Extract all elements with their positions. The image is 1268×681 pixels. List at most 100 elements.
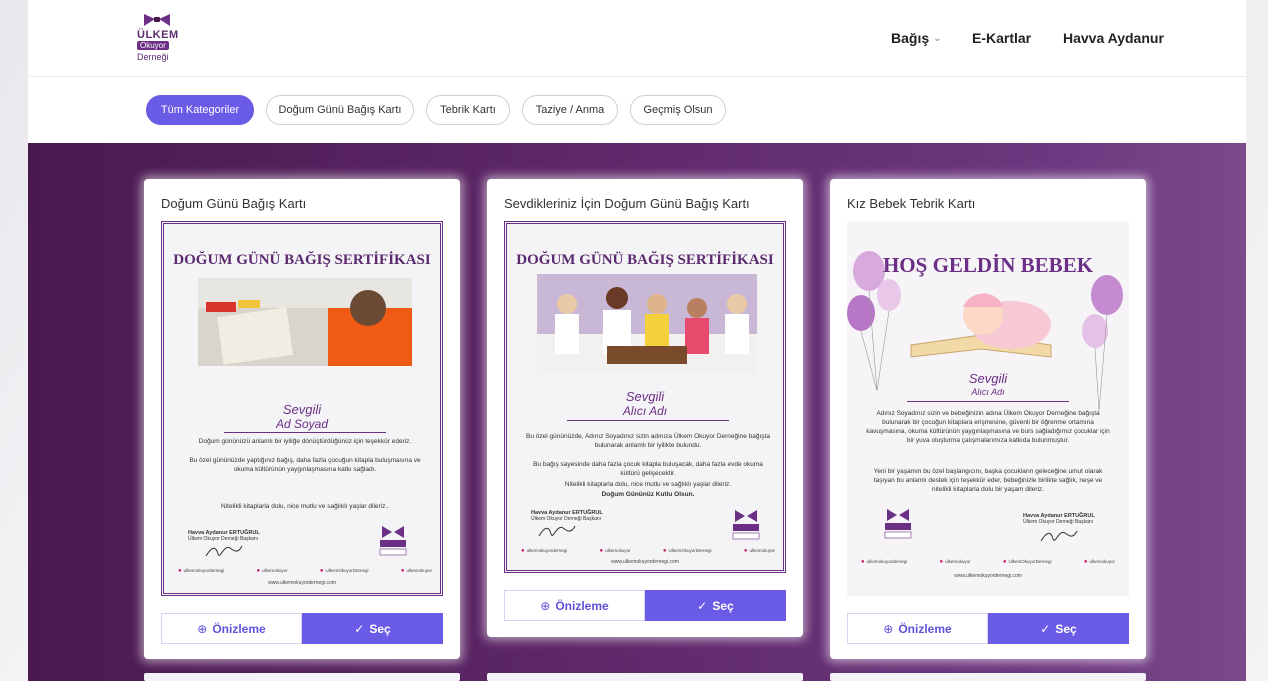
cert-divider (224, 432, 386, 433)
cert-signer-title: Ülkem Okuyor Derneği Başkanı (1023, 519, 1094, 525)
cert-website: www.ulkemokuyordernegi.com (268, 580, 336, 586)
cert-social-row: ulkemokuyordernegi ulkemokuyor UlkemOkuy… (861, 559, 1115, 565)
social-facebook: ulkemokuyor (744, 548, 775, 554)
cert-signature: Havva Aydanur ERTUĞRUL Ülkem Okuyor Dern… (531, 510, 603, 522)
ecard-item: Sevdikleriniz İçin Doğum Günü Bağış Kart… (487, 179, 803, 637)
next-card-edge (487, 673, 803, 681)
check-icon: ✓ (1040, 621, 1051, 636)
cert-recipient: Ad Soyad (275, 417, 329, 431)
cert-social-row: ulkemokuyordernegi ulkemokuyor UlkemOkuy… (521, 548, 775, 554)
select-button-label: Seç (712, 598, 734, 613)
cert-website: www.ulkemokuyordernegi.com (611, 559, 679, 565)
social-facebook: ulkemokuyor (1084, 559, 1115, 565)
social-instagram: ulkemokuyordernegi (178, 568, 225, 574)
signature-scribble (205, 545, 243, 557)
cert-body-2: Yeni bir yaşamın bu özel başlangıcını, b… (873, 468, 1103, 493)
check-icon: ✓ (697, 598, 708, 613)
zoom-in-icon: ⊕ (883, 621, 894, 636)
cert-salutation: Sevgili (625, 389, 665, 404)
sleeping-baby-illustration (910, 293, 1052, 358)
logo-badge-icon (732, 510, 760, 540)
chevron-down-icon: ⌄ (933, 32, 942, 44)
category-chip-condolence[interactable]: Taziye / Anma (522, 95, 618, 125)
select-button[interactable]: ✓ Seç (302, 613, 443, 644)
nav-donate[interactable]: Bağış ⌄ (891, 30, 942, 46)
next-card-edge (830, 673, 1146, 681)
cert-divider (907, 401, 1069, 402)
check-icon: ✓ (354, 621, 365, 636)
social-instagram: ulkemokuyordernegi (861, 559, 908, 565)
cert-salutation: Sevgili (282, 402, 322, 417)
category-chip-all[interactable]: Tüm Kategoriler (146, 95, 254, 125)
children-celebration-photo (537, 274, 757, 374)
logo-line1: ÜLKEM (137, 29, 179, 41)
logo-line2: Okuyor (137, 41, 169, 50)
logo-line3: Derneği (137, 52, 169, 62)
card-title: Doğum Günü Bağış Kartı (161, 196, 307, 211)
card-preview-image[interactable]: HOŞ GELDİN BEBEK Sevgili Alıcı Adı Adını… (847, 221, 1129, 596)
cert-body-3: Nitelikli kitaplarla dolu, nice mutlu ve… (221, 503, 389, 510)
cert-signature: Havva Aydanur ERTUĞRUL Ülkem Okuyor Dern… (1023, 513, 1095, 525)
social-instagram: ulkemokuyordernegi (521, 548, 568, 554)
card-title: Kız Bebek Tebrik Kartı (847, 196, 976, 211)
social-x: ulkemokuyor (939, 559, 971, 565)
reading-child-photo (198, 278, 412, 366)
signature-scribble (538, 525, 576, 537)
preview-button[interactable]: ⊕ Önizleme (161, 613, 302, 644)
preview-button-label: Önizleme (212, 621, 266, 636)
category-chip-congrats[interactable]: Tebrik Kartı (426, 95, 510, 125)
card-title: Sevdikleriniz İçin Doğum Günü Bağış Kart… (504, 196, 750, 211)
card-preview-image[interactable]: DOĞUM GÜNÜ BAĞIŞ SERTİFİKASI Sevgili Alı… (504, 221, 786, 573)
cert-closing: Doğum Gününüz Kutlu Olsun. (601, 491, 695, 498)
cert-body-1: Adınız Soyadınız sizin ve bebeğinizin ad… (866, 410, 1110, 444)
logo-badge-icon (884, 509, 912, 539)
cert-heading: HOŞ GELDİN BEBEK (882, 253, 1094, 277)
select-button-label: Seç (1055, 621, 1077, 636)
select-button[interactable]: ✓ Seç (988, 613, 1129, 644)
preview-button-label: Önizleme (898, 621, 952, 636)
nav-donate-label: Bağış (891, 30, 930, 46)
site-logo[interactable]: ÜLKEM Okuyor Derneği (137, 12, 179, 66)
cert-social-row: ulkemokuyordernegi ulkemokuyor UlkemOkuy… (178, 568, 432, 574)
select-button[interactable]: ✓ Seç (645, 590, 786, 621)
select-button-label: Seç (369, 621, 391, 636)
nav-ecards[interactable]: E-Kartlar (972, 30, 1031, 46)
cert-signature: Havva Aydanur ERTUĞRUL Ülkem Okuyor Dern… (188, 530, 260, 542)
card-actions: ⊕ Önizleme ✓ Seç (161, 613, 443, 644)
cert-divider (567, 420, 729, 421)
social-youtube: UlkemOkuyorDernegi (320, 568, 369, 574)
card-preview-image[interactable]: DOĞUM GÜNÜ BAĞIŞ SERTİFİKASI Sevgili Ad … (161, 221, 443, 596)
cert-recipient: Alıcı Adı (622, 404, 668, 418)
cert-body-2: Bu özel gününüzde yaptığınız bağış, daha… (189, 457, 421, 473)
preview-button[interactable]: ⊕ Önizleme (504, 590, 645, 621)
site-header: ÜLKEM Okuyor Derneği Bağış ⌄ E-Kartlar H… (28, 0, 1246, 77)
cert-website: www.ulkemokuyordernegi.com (954, 573, 1022, 579)
preview-button[interactable]: ⊕ Önizleme (847, 613, 988, 644)
social-facebook: ulkemokuyor (401, 568, 432, 574)
book-bow-icon (144, 14, 170, 26)
zoom-in-icon: ⊕ (197, 621, 208, 636)
card-actions: ⊕ Önizleme ✓ Seç (847, 613, 1129, 644)
signature-scribble (1040, 530, 1078, 542)
nav-user[interactable]: Havva Aydanur (1063, 30, 1164, 46)
cert-body-1: Doğum gününüzü anlamlı bir iyiliğe dönüş… (198, 438, 412, 445)
ecard-item: Kız Bebek Tebrik Kartı HOŞ GELDİN BEBEK … (830, 179, 1146, 659)
zoom-in-icon: ⊕ (540, 598, 551, 613)
social-x: ulkemokuyor (256, 568, 288, 574)
cert-body-1: Bu özel gününüzde, Adınız Soyadınız sizi… (526, 433, 770, 449)
category-filter-bar: Tüm Kategoriler Doğum Günü Bağış Kartı T… (28, 77, 1246, 143)
ecard-item: Doğum Günü Bağış Kartı DOĞUM GÜNÜ BAĞIŞ … (144, 179, 460, 659)
card-actions: ⊕ Önizleme ✓ Seç (504, 590, 786, 621)
cert-heading: DOĞUM GÜNÜ BAĞIŞ SERTİFİKASI (516, 252, 774, 268)
cert-salutation: Sevgili (968, 371, 1008, 386)
social-youtube: UlkemOkuyorDernegi (1003, 559, 1052, 565)
cert-body-2: Bu bağış sayesinde daha fazla çocuk kita… (533, 461, 763, 477)
social-youtube: UlkemOkuyorDernegi (663, 548, 712, 554)
card-gallery: Doğum Günü Bağış Kartı DOĞUM GÜNÜ BAĞIŞ … (28, 143, 1246, 681)
preview-button-label: Önizleme (555, 598, 609, 613)
category-chip-get-well[interactable]: Geçmiş Olsun (630, 95, 726, 125)
cert-heading: DOĞUM GÜNÜ BAĞIŞ SERTİFİKASI (173, 252, 431, 268)
logo-badge-icon (379, 526, 407, 556)
social-x: ulkemokuyor (599, 548, 631, 554)
category-chip-birthday[interactable]: Doğum Günü Bağış Kartı (266, 95, 414, 125)
